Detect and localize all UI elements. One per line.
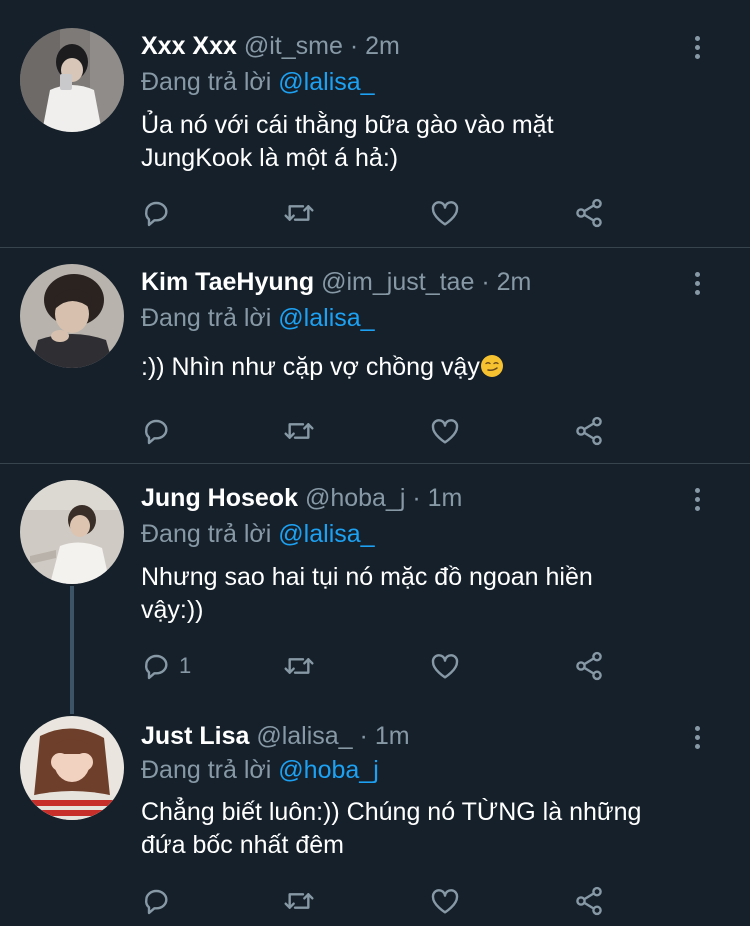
replying-to: Đang trả lời @lalisa_	[141, 300, 375, 336]
action-bar	[141, 197, 621, 229]
display-name[interactable]: Jung Hoseok	[141, 484, 298, 512]
reply-button[interactable]	[141, 197, 173, 229]
user-handle[interactable]: @hoba_j	[305, 484, 405, 512]
reply-icon	[145, 654, 168, 680]
like-icon	[431, 889, 459, 914]
retweet-icon	[284, 205, 314, 221]
replying-to-label: Đang trả lời	[141, 520, 272, 548]
more-icon[interactable]	[685, 32, 709, 62]
like-button[interactable]	[429, 885, 461, 917]
like-button[interactable]	[429, 650, 461, 682]
tweet[interactable]: Jung Hoseok @hoba_j · 1m Đang trả lời @l…	[0, 464, 750, 699]
share-button[interactable]	[573, 415, 605, 447]
mention-link[interactable]: @lalisa_	[278, 520, 374, 548]
tweet-text: Nhưng sao hai tụi nó mặc đồ ngoan hiền v…	[141, 561, 711, 627]
like-button[interactable]	[429, 415, 461, 447]
replying-to-label: Đang trả lời	[141, 756, 272, 784]
separator: ·	[349, 32, 359, 60]
replying-to-label: Đang trả lời	[141, 68, 272, 96]
share-icon	[576, 886, 602, 916]
replying-to-label: Đang trả lời	[141, 304, 272, 332]
avatar[interactable]	[20, 480, 124, 584]
replying-to: Đang trả lời @hoba_j	[141, 752, 379, 788]
user-handle[interactable]: @lalisa_	[256, 722, 352, 750]
tweet-header: Xxx Xxx @it_sme · 2m	[141, 28, 400, 64]
retweet-icon	[284, 893, 314, 909]
user-handle[interactable]: @it_sme	[244, 32, 343, 60]
mention-link[interactable]: @lalisa_	[278, 68, 374, 96]
retweet-button[interactable]	[283, 197, 315, 229]
reply-button[interactable]: 1	[141, 650, 191, 682]
share-button[interactable]	[573, 885, 605, 917]
reply-icon	[145, 419, 168, 445]
replying-to: Đang trả lời @lalisa_	[141, 64, 375, 100]
tweet-text-line: Ủa nó với cái thằng bữa gào vào mặt	[141, 111, 554, 139]
reply-button[interactable]	[141, 885, 173, 917]
avatar[interactable]	[20, 264, 124, 368]
like-icon	[431, 201, 459, 226]
like-button[interactable]	[429, 197, 461, 229]
share-button[interactable]	[573, 650, 605, 682]
tweet-header: Kim TaeHyung @im_just_tae · 2m	[141, 264, 531, 300]
reply-count: 1	[179, 653, 192, 678]
share-icon	[576, 651, 602, 681]
share-button[interactable]	[573, 197, 605, 229]
tweet-text-line: Chẳng biết luôn:)) Chúng nó TỪNG là nhữn…	[141, 798, 642, 826]
tweet-text-line: vậy:))	[141, 596, 204, 624]
like-icon	[431, 654, 459, 679]
user-handle[interactable]: @im_just_tae	[321, 268, 474, 296]
mention-link[interactable]: @lalisa_	[278, 304, 374, 332]
tweet[interactable]: Just Lisa @lalisa_ · 1m Đang trả lời @ho…	[0, 700, 750, 926]
action-bar	[141, 415, 621, 447]
avatar[interactable]	[20, 716, 124, 820]
separator: ·	[481, 268, 490, 296]
share-icon	[576, 198, 602, 228]
replying-to: Đang trả lời @lalisa_	[141, 516, 375, 552]
smirking-face-emoji	[480, 355, 503, 377]
retweet-icon	[284, 423, 314, 439]
tweet-text-line: đứa bốc nhất đêm	[141, 831, 344, 859]
tweet-text: Chẳng biết luôn:)) Chúng nó TỪNG là nhữn…	[141, 796, 711, 862]
retweet-icon	[284, 658, 314, 674]
tweet-text-line: Nhưng sao hai tụi nó mặc đồ ngoan hiền	[141, 563, 593, 591]
tweet-text: Ủa nó với cái thằng bữa gào vào mặt Jung…	[141, 109, 711, 175]
reply-icon	[145, 889, 168, 915]
retweet-button[interactable]	[283, 650, 315, 682]
avatar[interactable]	[20, 28, 124, 132]
more-icon[interactable]	[685, 268, 709, 298]
timestamp[interactable]: 1m	[428, 484, 463, 512]
more-icon[interactable]	[685, 722, 709, 752]
tweet[interactable]: Kim TaeHyung @im_just_tae · 2m Đang trả …	[0, 248, 750, 463]
tweet[interactable]: Xxx Xxx @it_sme · 2m Đang trả lời @lalis…	[0, 0, 750, 247]
timestamp[interactable]: 2m	[497, 268, 532, 296]
reply-button[interactable]	[141, 415, 173, 447]
display-name[interactable]: Xxx Xxx	[141, 32, 237, 60]
tweet-text-line: JungKook là một á hả:)	[141, 144, 399, 172]
tweet-text-line: :)) Nhìn như cặp vợ chồng vậy	[141, 353, 480, 381]
like-icon	[431, 419, 459, 444]
mention-link[interactable]: @hoba_j	[278, 756, 378, 784]
reply-icon	[145, 201, 168, 227]
separator: ·	[412, 484, 421, 512]
display-name[interactable]: Just Lisa	[141, 722, 249, 750]
tweet-text: :)) Nhìn như cặp vợ chồng vậy	[141, 351, 711, 384]
timestamp[interactable]: 1m	[375, 722, 410, 750]
separator: ·	[359, 722, 368, 750]
action-bar: 1	[141, 650, 621, 682]
retweet-button[interactable]	[283, 415, 315, 447]
tweet-header: Just Lisa @lalisa_ · 1m	[141, 718, 410, 754]
more-icon[interactable]	[685, 484, 709, 514]
action-bar	[141, 885, 621, 917]
tweet-header: Jung Hoseok @hoba_j · 1m	[141, 480, 462, 516]
timestamp[interactable]: 2m	[365, 32, 400, 60]
display-name[interactable]: Kim TaeHyung	[141, 268, 314, 296]
retweet-button[interactable]	[283, 885, 315, 917]
share-icon	[576, 416, 602, 446]
